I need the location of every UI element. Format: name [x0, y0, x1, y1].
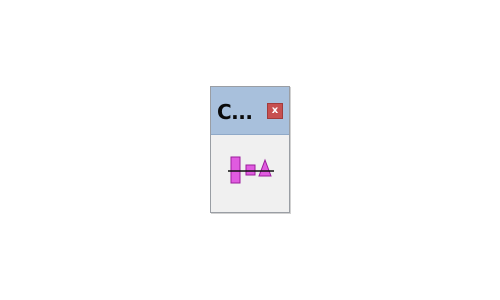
- tool-window: C... x: [210, 86, 290, 213]
- align-distribute-centers-icon: [228, 156, 274, 184]
- desktop-background: C... x: [0, 0, 500, 300]
- close-icon: x: [271, 105, 279, 116]
- window-content: [211, 135, 289, 212]
- window-titlebar[interactable]: C... x: [211, 87, 289, 135]
- close-button[interactable]: x: [267, 103, 283, 119]
- window-title: C...: [217, 100, 253, 124]
- align-distribute-button[interactable]: [228, 153, 274, 189]
